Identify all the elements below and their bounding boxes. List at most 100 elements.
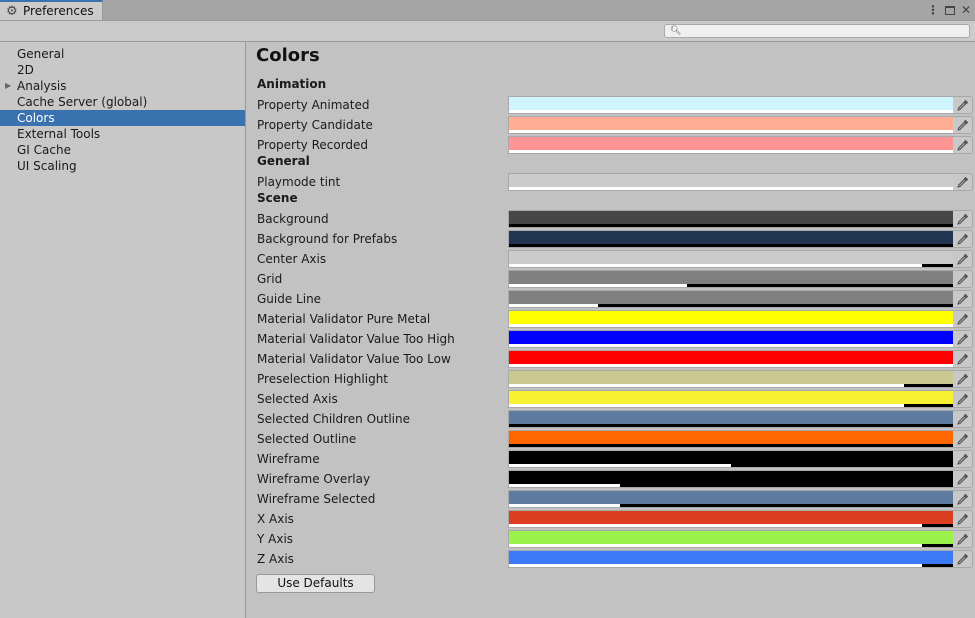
eyedropper-icon — [956, 553, 969, 565]
color-field[interactable] — [508, 410, 954, 428]
alpha-bar-track — [509, 444, 953, 447]
sidebar-item-cache-server-global[interactable]: Cache Server (global) — [0, 94, 245, 110]
color-swatch — [509, 451, 953, 464]
eyedropper-button[interactable] — [953, 370, 973, 388]
maximize-icon[interactable] — [944, 5, 955, 15]
color-field[interactable] — [508, 116, 954, 134]
alpha-bar — [509, 264, 922, 267]
color-field[interactable] — [508, 490, 954, 508]
color-label: Material Validator Pure Metal — [257, 312, 431, 326]
eyedropper-button[interactable] — [953, 410, 973, 428]
sidebar-item-ui-scaling[interactable]: UI Scaling — [0, 158, 245, 174]
eyedropper-button[interactable] — [953, 210, 973, 228]
alpha-bar — [509, 504, 620, 507]
color-swatch — [509, 271, 953, 284]
eyedropper-button[interactable] — [953, 550, 973, 568]
expand-arrow-icon[interactable]: ▶ — [5, 78, 11, 94]
color-field[interactable] — [508, 510, 954, 528]
alpha-bar — [509, 564, 922, 567]
tab-preferences[interactable]: ⚙ Preferences — [0, 0, 103, 20]
tab-bar: ⚙ Preferences ⋮ ✕ — [0, 0, 975, 21]
color-label: Property Candidate — [257, 118, 373, 132]
eyedropper-icon — [956, 99, 969, 111]
eyedropper-button[interactable] — [953, 350, 973, 368]
eyedropper-button[interactable] — [953, 173, 973, 191]
color-field[interactable] — [508, 430, 954, 448]
sidebar-item-gi-cache[interactable]: GI Cache — [0, 142, 245, 158]
color-swatch — [509, 331, 953, 344]
sidebar-item-2d[interactable]: 2D — [0, 62, 245, 78]
sidebar: General 2D ▶ Analysis Cache Server (global) C… — [0, 42, 246, 618]
alpha-bar — [509, 110, 953, 113]
eyedropper-button[interactable] — [953, 450, 973, 468]
eyedropper-icon — [956, 253, 969, 265]
color-label: Wireframe Selected — [257, 492, 376, 506]
eyedropper-button[interactable] — [953, 290, 973, 308]
gear-icon: ⚙ — [6, 3, 18, 19]
eyedropper-button[interactable] — [953, 230, 973, 248]
eyedropper-icon — [956, 493, 969, 505]
color-field[interactable] — [508, 390, 954, 408]
eyedropper-button[interactable] — [953, 330, 973, 348]
color-label: Background for Prefabs — [257, 232, 398, 246]
color-field[interactable] — [508, 330, 954, 348]
color-field[interactable] — [508, 350, 954, 368]
sidebar-item-analysis[interactable]: ▶ Analysis — [0, 78, 245, 94]
eyedropper-button[interactable] — [953, 250, 973, 268]
eyedropper-button[interactable] — [953, 136, 973, 154]
color-field[interactable] — [508, 173, 954, 191]
color-swatch — [509, 371, 953, 384]
eyedropper-icon — [956, 139, 969, 151]
eyedropper-icon — [956, 313, 969, 325]
section-heading: Scene — [257, 191, 298, 205]
color-field[interactable] — [508, 310, 954, 328]
color-swatch — [509, 174, 953, 187]
color-field[interactable] — [508, 270, 954, 288]
color-field[interactable] — [508, 370, 954, 388]
eyedropper-button[interactable] — [953, 270, 973, 288]
color-label: Selected Children Outline — [257, 412, 410, 426]
eyedropper-icon — [956, 119, 969, 131]
eyedropper-button[interactable] — [953, 116, 973, 134]
color-field[interactable] — [508, 136, 954, 154]
color-field[interactable] — [508, 210, 954, 228]
eyedropper-button[interactable] — [953, 470, 973, 488]
main-panel: Colors Use Defaults Animation Property An… — [246, 42, 975, 618]
color-field[interactable] — [508, 450, 954, 468]
color-swatch — [509, 551, 953, 564]
sidebar-item-colors[interactable]: Colors — [0, 110, 245, 126]
search-input[interactable]: 🔍︎ — [664, 24, 970, 38]
color-swatch — [509, 211, 953, 224]
color-field[interactable] — [508, 530, 954, 548]
color-swatch — [509, 471, 953, 484]
window-controls: ⋮ ✕ — [927, 2, 971, 18]
tab-title: Preferences — [23, 4, 94, 18]
eyedropper-button[interactable] — [953, 430, 973, 448]
eyedropper-button[interactable] — [953, 96, 973, 114]
eyedropper-button[interactable] — [953, 310, 973, 328]
alpha-bar-track — [509, 424, 953, 427]
section-heading: General — [257, 154, 310, 168]
alpha-bar — [509, 284, 687, 287]
sidebar-item-general[interactable]: General — [0, 46, 245, 62]
color-field[interactable] — [508, 550, 954, 568]
color-label: Selected Axis — [257, 392, 338, 406]
eyedropper-icon — [956, 413, 969, 425]
alpha-bar — [509, 187, 953, 190]
color-field[interactable] — [508, 96, 954, 114]
kebab-menu-icon[interactable]: ⋮ — [927, 2, 939, 18]
eyedropper-button[interactable] — [953, 510, 973, 528]
color-field[interactable] — [508, 290, 954, 308]
color-field[interactable] — [508, 230, 954, 248]
eyedropper-button[interactable] — [953, 530, 973, 548]
color-swatch — [509, 531, 953, 544]
color-swatch — [509, 231, 953, 244]
eyedropper-button[interactable] — [953, 390, 973, 408]
color-field[interactable] — [508, 470, 954, 488]
color-field[interactable] — [508, 250, 954, 268]
sidebar-item-external-tools[interactable]: External Tools — [0, 126, 245, 142]
close-icon[interactable]: ✕ — [961, 2, 971, 18]
use-defaults-button[interactable]: Use Defaults — [256, 574, 375, 593]
color-label: Guide Line — [257, 292, 322, 306]
eyedropper-button[interactable] — [953, 490, 973, 508]
